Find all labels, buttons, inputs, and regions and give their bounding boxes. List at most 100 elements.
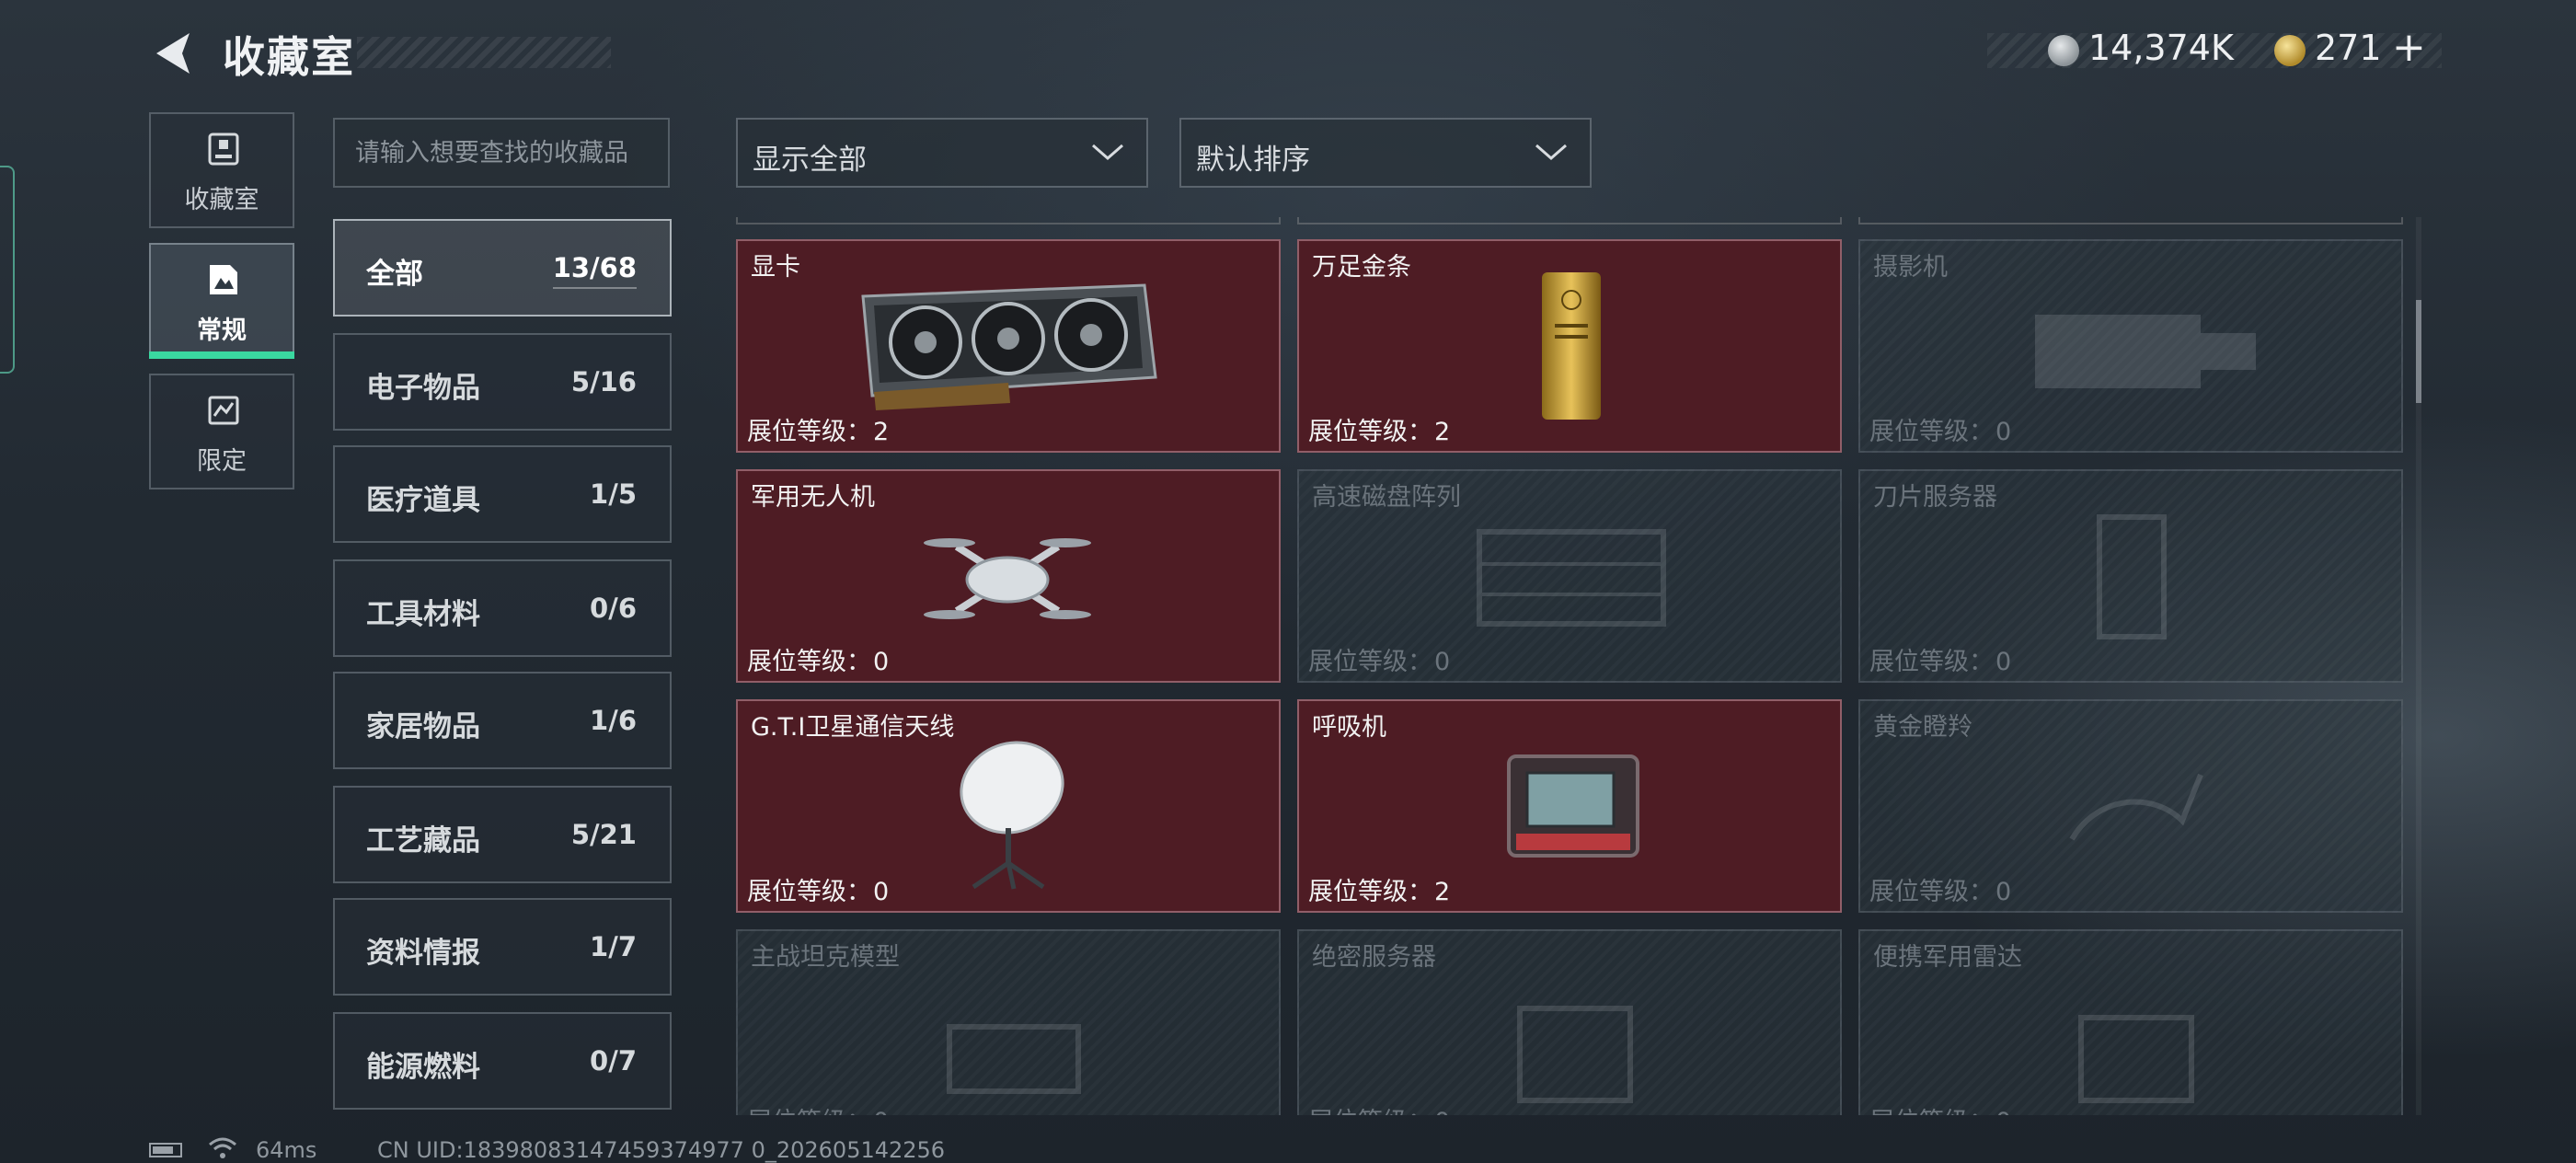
side-drawer-handle[interactable]: [0, 166, 15, 374]
category-all[interactable]: 全部 13/68: [333, 219, 672, 317]
booth-level-label: 展位等级：: [1308, 878, 1432, 906]
item-name: 主战坦克模型: [751, 943, 900, 972]
scrollbar-thumb[interactable]: [2416, 300, 2421, 403]
collection-card[interactable]: 摄影机 展位等级：0: [1858, 239, 2403, 453]
booth-level: 展位等级：2: [745, 411, 889, 447]
sort-value: 默认排序: [1196, 144, 1310, 177]
item-name: 呼吸机: [1312, 713, 1386, 742]
tab-normal[interactable]: 常规: [149, 243, 294, 359]
booth-level-label: 展位等级：: [1869, 418, 1994, 446]
category-name: 资料情报: [366, 937, 480, 970]
booth-level-label: 展位等级：: [1869, 1108, 1994, 1115]
category-count: 1/5: [590, 478, 637, 510]
back-chevron-icon[interactable]: [147, 28, 199, 79]
booth-level-value: 0: [873, 648, 890, 676]
booth-level: 展位等级：0: [745, 641, 889, 677]
collection-card[interactable]: 呼吸机 展位等级：2: [1297, 699, 1842, 913]
category-count: 1/7: [590, 931, 637, 962]
category-household[interactable]: 家居物品 1/6: [333, 672, 672, 769]
category-name: 医疗道具: [366, 484, 480, 517]
silver-coin-icon: [2048, 35, 2079, 66]
page-title: 收藏室: [223, 32, 355, 82]
tab-collection-room[interactable]: 收藏室: [149, 112, 294, 228]
collection-card[interactable]: 绝密服务器 展位等级：0: [1297, 929, 1842, 1115]
collection-card[interactable]: 便携军用雷达 展位等级：0: [1858, 929, 2403, 1115]
blade-server-icon: [2097, 514, 2167, 639]
booth-level-value: 0: [1995, 1108, 2011, 1115]
booth-level-label: 展位等级：: [747, 1108, 871, 1115]
booth-level-value: 0: [1434, 648, 1451, 676]
item-name: 刀片服务器: [1873, 483, 1997, 512]
collection-grid[interactable]: 显卡 展位等级：2 万足金条 展位等级：2 摄影机 展位等级：0 军用无人机 展…: [730, 217, 2409, 1115]
item-name: 显卡: [751, 253, 800, 282]
category-crafts[interactable]: 工艺藏品 5/21: [333, 786, 672, 883]
booth-level-value: 0: [1995, 878, 2012, 906]
category-name: 全部: [366, 258, 423, 291]
tab-label: 收藏室: [184, 186, 259, 214]
item-name: 军用无人机: [751, 483, 875, 512]
collection-card[interactable]: 万足金条 展位等级：2: [1297, 239, 1842, 453]
booth-level: 展位等级：0: [1868, 411, 2011, 447]
tab-label: 限定: [197, 447, 247, 476]
battery-icon: [149, 1143, 182, 1157]
booth-level-label: 展位等级：: [1308, 418, 1432, 446]
category-count: 0/7: [590, 1045, 637, 1077]
collection-card[interactable]: G.T.I卫星通信天线 展位等级：0: [736, 699, 1281, 913]
add-currency-button[interactable]: +: [2392, 24, 2426, 71]
collection-card[interactable]: 黄金瞪羚 展位等级：0: [1858, 699, 2403, 913]
booth-level: 展位等级：0: [1868, 871, 2011, 907]
item-name: G.T.I卫星通信天线: [751, 713, 955, 742]
category-energy[interactable]: 能源燃料 0/7: [333, 1012, 672, 1110]
collection-room-icon: [208, 132, 239, 166]
booth-level: 展位等级：0: [1868, 1101, 2011, 1115]
booth-level-value: 0: [873, 1108, 889, 1115]
booth-level-label: 展位等级：: [1869, 878, 1994, 906]
chevron-down-icon: [1092, 144, 1123, 160]
category-tools[interactable]: 工具材料 0/6: [333, 559, 672, 657]
filter-dropdown[interactable]: 显示全部: [736, 118, 1148, 188]
collection-card[interactable]: 主战坦克模型 展位等级：0: [736, 929, 1281, 1115]
chevron-down-icon: [1535, 144, 1567, 160]
tank-model-icon: [947, 1024, 1081, 1094]
booth-level-value: 0: [1995, 648, 2012, 676]
card-edge: [1858, 217, 2403, 225]
card-edge: [736, 217, 1281, 225]
category-name: 工具材料: [366, 598, 480, 631]
collection-card[interactable]: 显卡 展位等级：2: [736, 239, 1281, 453]
server-icon: [1517, 1006, 1633, 1103]
gold-bar-icon: [1542, 272, 1601, 420]
category-electronics[interactable]: 电子物品 5/16: [333, 333, 672, 431]
drone-icon: [924, 538, 1091, 619]
category-name: 工艺藏品: [366, 824, 480, 858]
category-name: 电子物品: [366, 372, 480, 405]
tab-limited[interactable]: 限定: [149, 374, 294, 489]
booth-level-value: 0: [873, 878, 890, 906]
booth-level-label: 展位等级：: [747, 418, 871, 446]
booth-level-label: 展位等级：: [1308, 1108, 1432, 1115]
booth-level-label: 展位等级：: [747, 878, 871, 906]
collection-card[interactable]: 刀片服务器 展位等级：0: [1858, 469, 2403, 683]
collection-card[interactable]: 军用无人机 展位等级：0: [736, 469, 1281, 683]
item-name: 便携军用雷达: [1873, 943, 2022, 972]
booth-level-value: 0: [1995, 418, 2012, 446]
booth-level: 展位等级：0: [1868, 641, 2011, 677]
category-count: 1/6: [590, 705, 637, 736]
card-edge: [1297, 217, 1842, 225]
active-tab-indicator: [149, 351, 294, 359]
item-name: 万足金条: [1312, 253, 1411, 282]
sort-dropdown[interactable]: 默认排序: [1179, 118, 1592, 188]
booth-level-label: 展位等级：: [1308, 648, 1432, 676]
booth-level-value: 2: [1434, 878, 1451, 906]
booth-level-label: 展位等级：: [1869, 648, 1994, 676]
wifi-icon: [209, 1137, 236, 1158]
ping-value: 64ms: [256, 1137, 317, 1163]
radar-icon: [2078, 1015, 2194, 1103]
booth-level: 展位等级：2: [1306, 411, 1450, 447]
category-medical[interactable]: 医疗道具 1/5: [333, 445, 672, 543]
category-count: 5/21: [570, 819, 637, 850]
image-card-icon: [210, 265, 237, 294]
token-amount: 271: [2315, 28, 2382, 68]
search-input[interactable]: [333, 118, 670, 188]
category-intel[interactable]: 资料情报 1/7: [333, 898, 672, 996]
collection-card[interactable]: 高速磁盘阵列 展位等级：0: [1297, 469, 1842, 683]
